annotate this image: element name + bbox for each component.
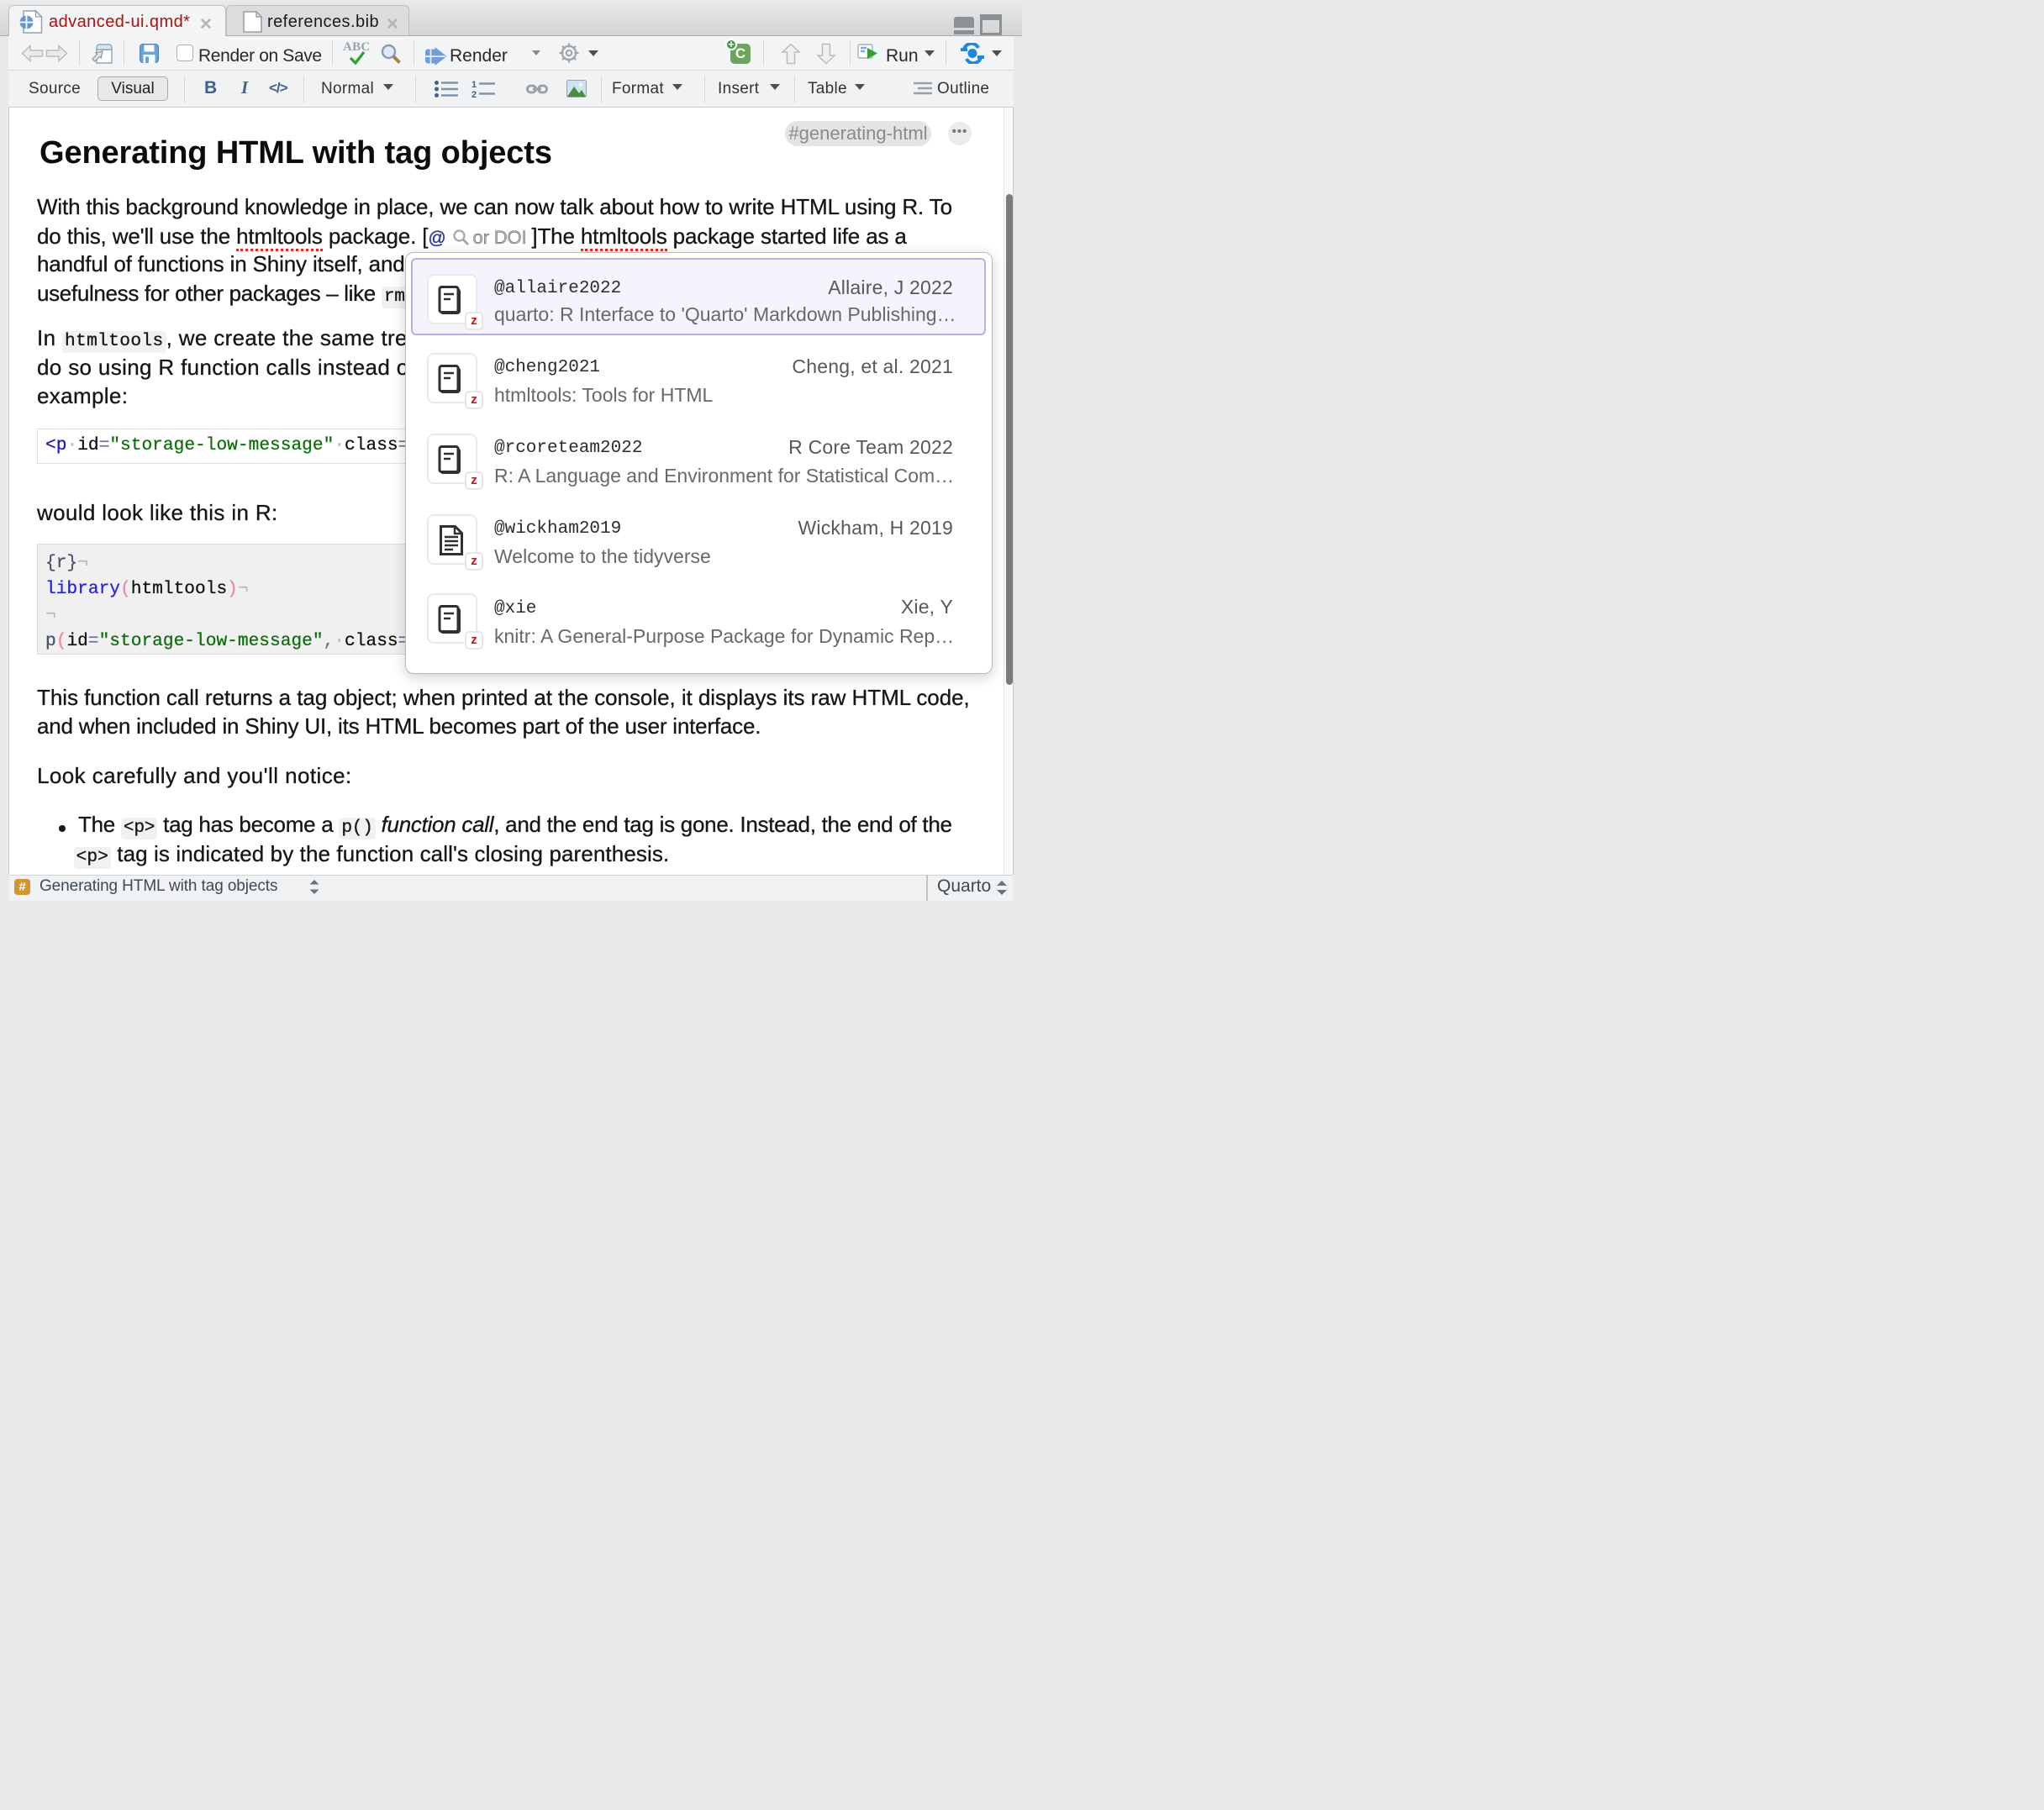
svg-text:1: 1 [471,80,477,90]
svg-text:2: 2 [471,90,477,98]
